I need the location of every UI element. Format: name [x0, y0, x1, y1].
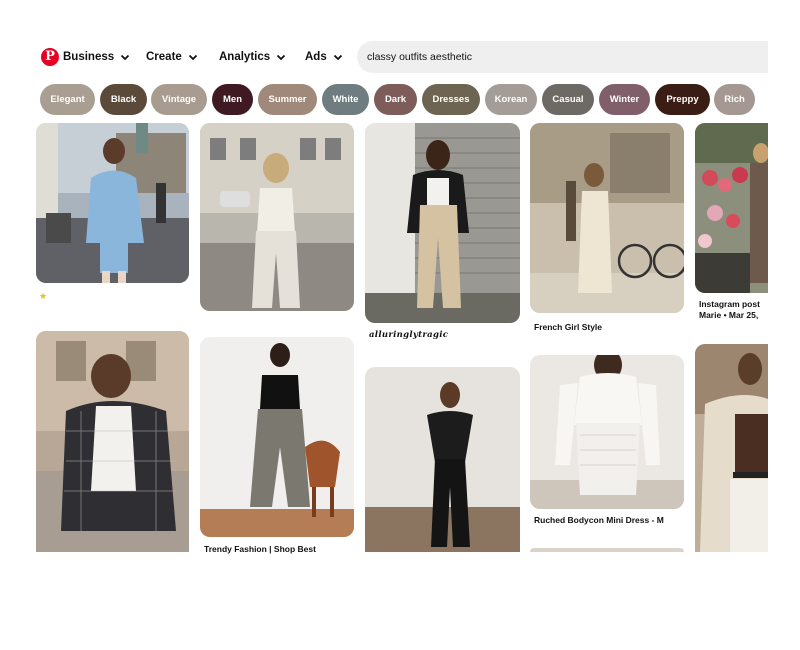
star-badge: ★: [39, 291, 48, 301]
pin-image-grey-trousers[interactable]: [200, 337, 354, 537]
pin-subcaption: Marie • Mar 25,: [699, 310, 759, 320]
chip-dark[interactable]: Dark: [374, 84, 417, 115]
chevron-down-icon: [277, 54, 286, 61]
chip-white[interactable]: White: [322, 84, 369, 115]
chip-men[interactable]: Men: [212, 84, 253, 115]
pin-image-flower-shop[interactable]: [695, 123, 768, 293]
chevron-down-icon: [333, 54, 342, 61]
pin-image-ruched-dress[interactable]: [530, 355, 684, 509]
chip-casual[interactable]: Casual: [542, 84, 594, 115]
pin-caption[interactable]: Ruched Bodycon Mini Dress - M: [534, 515, 664, 525]
pin-image-trench-coat[interactable]: [695, 344, 768, 552]
create-menu[interactable]: Create: [146, 48, 198, 66]
chip-vintage[interactable]: Vintage: [151, 84, 207, 115]
chip-summer[interactable]: Summer: [258, 84, 317, 115]
pin-image-partial[interactable]: [530, 548, 684, 552]
pin-image-black-outfit[interactable]: [365, 367, 520, 552]
ads-menu[interactable]: Ads: [305, 48, 343, 66]
search-input[interactable]: classy outfits aesthetic: [357, 41, 768, 73]
pin-caption[interactable]: Instagram post: [699, 299, 760, 309]
top-nav-bar: P Business Create Analytics Ads classy o…: [36, 40, 768, 74]
analytics-menu[interactable]: Analytics: [219, 48, 286, 66]
create-label: Create: [146, 51, 182, 63]
pin-image-white-dress[interactable]: [530, 123, 684, 313]
chip-black[interactable]: Black: [100, 84, 147, 115]
business-label: Business: [63, 51, 115, 63]
chip-preppy[interactable]: Preppy: [655, 84, 710, 115]
pin-image-tweed-suit[interactable]: [36, 331, 189, 552]
chip-dresses[interactable]: Dresses: [422, 84, 480, 115]
pinterest-logo-icon[interactable]: P: [41, 48, 59, 66]
ads-label: Ads: [305, 51, 327, 63]
pin-image-white-outfit[interactable]: [200, 123, 354, 311]
pin-caption[interactable]: French Girl Style: [534, 322, 602, 332]
pin-image-beige-trousers[interactable]: [365, 123, 520, 323]
search-query: classy outfits aesthetic: [367, 51, 473, 63]
chip-elegant[interactable]: Elegant: [40, 84, 95, 115]
chip-winter[interactable]: Winter: [599, 84, 650, 115]
pin-image-blue-blazer[interactable]: [36, 123, 189, 283]
business-menu[interactable]: Business: [63, 48, 130, 66]
pin-caption[interactable]: alluringlytragic: [369, 330, 448, 340]
chip-korean[interactable]: Korean: [485, 84, 537, 115]
analytics-label: Analytics: [219, 51, 271, 63]
chevron-down-icon: [121, 54, 130, 61]
chevron-down-icon: [188, 54, 197, 61]
chip-rich[interactable]: Rich: [714, 84, 755, 115]
pin-caption[interactable]: Trendy Fashion | Shop Best: [204, 544, 316, 554]
